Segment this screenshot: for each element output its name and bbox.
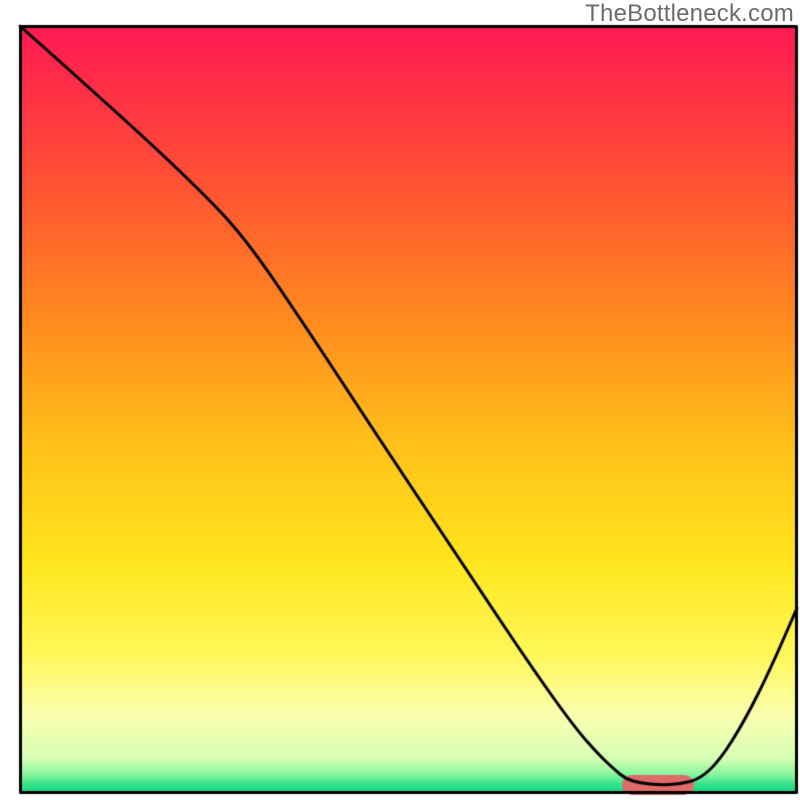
attribution-text: TheBottleneck.com: [585, 0, 794, 28]
bottleneck-chart-canvas: [0, 0, 800, 800]
